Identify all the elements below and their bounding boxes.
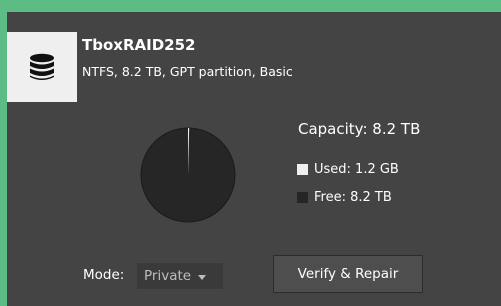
capacity-text: Capacity: 8.2 TB	[298, 120, 421, 138]
chevron-down-icon	[198, 274, 207, 280]
disk-name: TboxRAID252	[82, 36, 196, 54]
free-swatch	[297, 192, 308, 203]
mode-select[interactable]: Private	[137, 263, 223, 289]
database-icon	[30, 53, 54, 80]
used-swatch	[297, 164, 308, 175]
disk-details: NTFS, 8.2 TB, GPT partition, Basic	[82, 64, 293, 79]
legend-free: Free: 8.2 TB	[297, 190, 392, 205]
mode-value: Private	[144, 268, 192, 284]
disk-tile	[7, 32, 77, 102]
mode-label: Mode:	[83, 267, 125, 283]
legend-used: Used: 1.2 GB	[297, 162, 399, 177]
usage-pie-chart	[140, 127, 236, 223]
used-text: Used: 1.2 GB	[314, 162, 399, 177]
free-text: Free: 8.2 TB	[314, 190, 392, 205]
disk-panel: TboxRAID252 NTFS, 8.2 TB, GPT partition,…	[7, 12, 501, 306]
verify-repair-button[interactable]: Verify & Repair	[273, 255, 423, 293]
